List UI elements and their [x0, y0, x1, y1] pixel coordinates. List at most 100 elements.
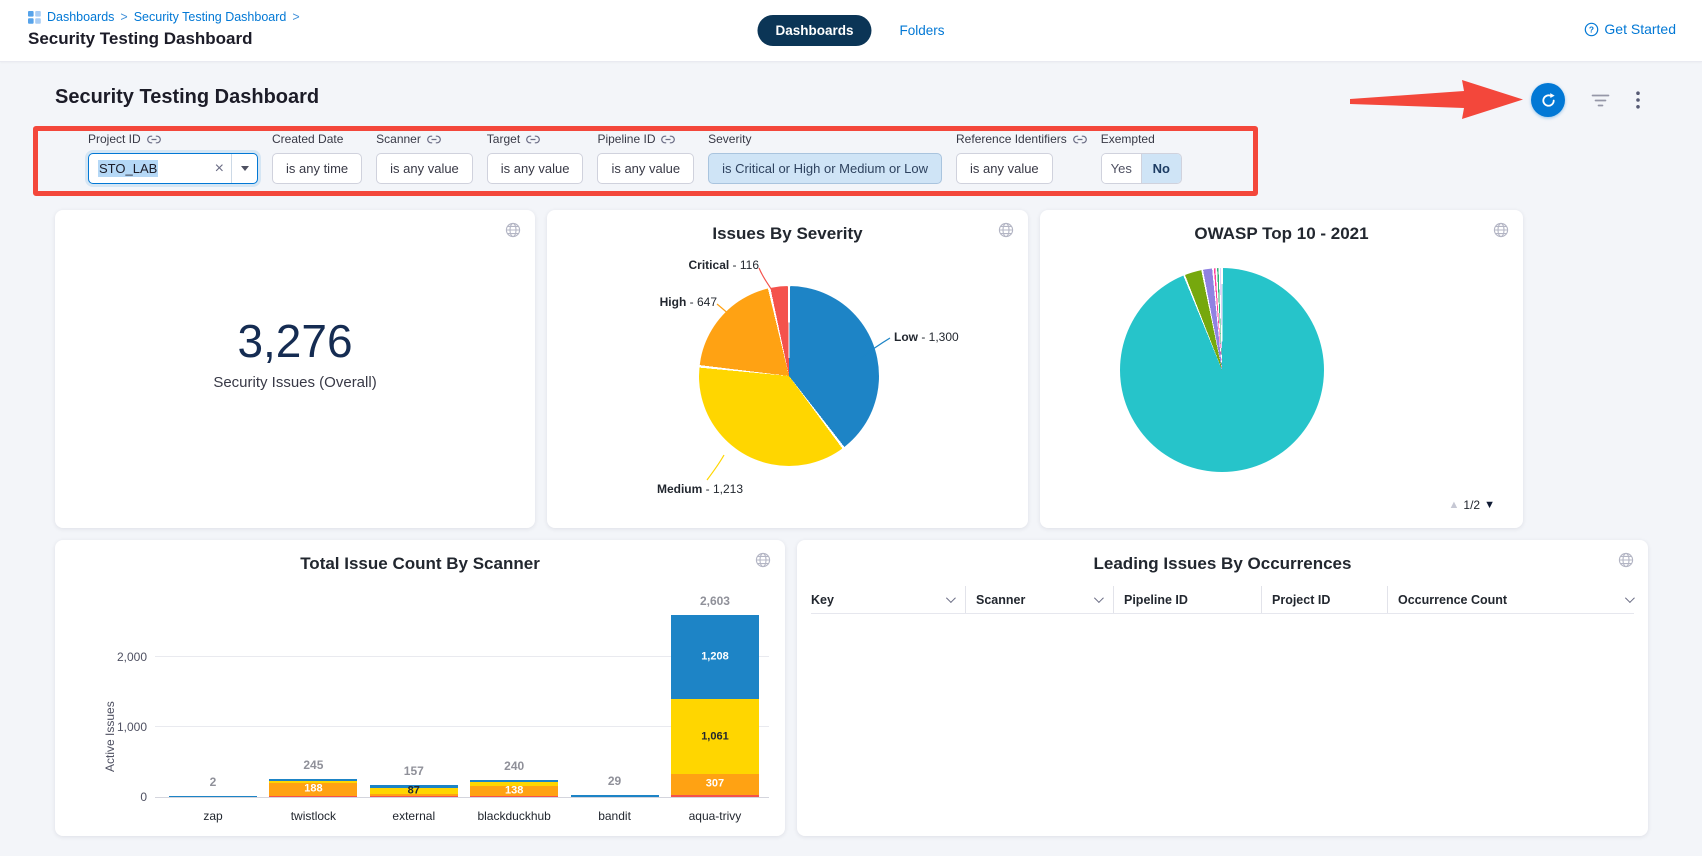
filter-reference-identifiers: Reference Identifiers is any value: [956, 132, 1087, 184]
page-title: Security Testing Dashboard: [28, 29, 253, 49]
bar-total-label: 29: [571, 774, 659, 788]
bar-segment-high[interactable]: 138: [470, 786, 558, 796]
y-tick-0: 0: [140, 790, 147, 804]
link-icon: [661, 135, 675, 144]
globe-icon[interactable]: [1493, 222, 1509, 243]
bar-series: 2zap 245188twistlock 15787external 240138bl…: [169, 596, 759, 797]
column-header-project-id[interactable]: Project ID: [1261, 586, 1387, 613]
bar-segment-value: 307: [671, 779, 759, 790]
clear-icon[interactable]: ×: [208, 161, 231, 177]
bar-segment-high[interactable]: 188: [269, 783, 357, 796]
page-up-icon[interactable]: ▲: [1449, 499, 1460, 511]
column-header-pipeline-id[interactable]: Pipeline ID: [1113, 586, 1261, 613]
pipeline-id-filter-button[interactable]: is any value: [597, 153, 694, 184]
bar-zap[interactable]: 2zap: [169, 796, 257, 797]
bar-chart-plot: 0 1,000 2,000 2zap245188twistlock15787ex…: [155, 596, 769, 798]
bar-segment-medium[interactable]: 1,061: [671, 699, 759, 773]
table-header-row: Key Scanner Pipeline ID Project ID Occur…: [811, 586, 1634, 614]
bar-category-label: bandit: [571, 809, 659, 823]
get-started-link[interactable]: ? Get Started: [1584, 21, 1676, 37]
dashboard-actions: [1531, 83, 1640, 117]
filter-pipeline-id-label: Pipeline ID: [597, 132, 655, 146]
breadcrumb-current[interactable]: Security Testing Dashboard: [134, 10, 287, 24]
filter-project-id-label: Project ID: [88, 132, 141, 146]
exempted-yes-option[interactable]: Yes: [1102, 154, 1141, 183]
scanner-filter-button[interactable]: is any value: [376, 153, 473, 184]
bar-segment-low[interactable]: [169, 796, 257, 797]
bar-segment-critical[interactable]: [671, 795, 759, 797]
chevron-down-icon[interactable]: [1094, 593, 1104, 603]
filter-button[interactable]: [1591, 93, 1610, 108]
globe-icon[interactable]: [1618, 552, 1634, 573]
refresh-button[interactable]: [1531, 83, 1565, 117]
combobox-dropdown[interactable]: [232, 166, 257, 171]
bar-segment-value: 1,208: [671, 652, 759, 663]
more-options-button[interactable]: [1636, 91, 1640, 109]
bar-total-label: 157: [370, 764, 458, 778]
globe-icon[interactable]: [755, 552, 771, 573]
target-filter-button[interactable]: is any value: [487, 153, 584, 184]
page-down-icon[interactable]: ▼: [1484, 499, 1495, 511]
link-icon: [1073, 135, 1087, 144]
chevron-down-icon: [241, 166, 249, 171]
project-id-value[interactable]: STO_LAB: [98, 160, 158, 177]
bar-total-label: 2: [169, 775, 257, 789]
tab-folders[interactable]: Folders: [900, 23, 945, 38]
link-icon: [427, 135, 441, 144]
bar-bandit[interactable]: 29bandit: [571, 795, 659, 797]
dashboard-title: Security Testing Dashboard: [55, 86, 319, 109]
tab-dashboards[interactable]: Dashboards: [757, 15, 871, 46]
filter-bar: Project ID STO_LAB × Created Date is any…: [88, 132, 1182, 184]
globe-icon[interactable]: [505, 222, 521, 243]
chevron-down-icon[interactable]: [1625, 593, 1635, 603]
breadcrumb-dashboards[interactable]: Dashboards: [47, 10, 114, 24]
card-leading-issues-by-occurrences: Leading Issues By Occurrences Key Scanne…: [797, 540, 1648, 836]
column-header-occurrence-count[interactable]: Occurrence Count: [1387, 586, 1634, 613]
bar-segment-low[interactable]: [571, 795, 659, 797]
filter-created-date-label: Created Date: [272, 132, 343, 146]
card-total-issue-count-by-scanner: Total Issue Count By Scanner Active Issu…: [55, 540, 785, 836]
bar-blackduckhub[interactable]: 240138blackduckhub: [470, 780, 558, 797]
top-bar: Dashboards > Security Testing Dashboard …: [0, 0, 1702, 62]
bar-total-label: 245: [269, 758, 357, 772]
created-date-filter-button[interactable]: is any time: [272, 153, 362, 184]
bar-segment-low[interactable]: 1,208: [671, 615, 759, 700]
owasp-pagination: ▲ 1/2 ▼: [1449, 498, 1495, 512]
column-header-scanner[interactable]: Scanner: [965, 586, 1113, 613]
link-icon: [147, 135, 161, 144]
owasp-pie-chart[interactable]: [1120, 268, 1324, 472]
project-id-combobox[interactable]: STO_LAB ×: [88, 153, 258, 184]
bar-category-label: aqua-trivy: [671, 809, 759, 823]
chevron-down-icon[interactable]: [946, 593, 956, 603]
callout-critical: Critical - 116: [607, 258, 759, 272]
filter-exempted: Exempted Yes No: [1101, 132, 1182, 184]
bar-segment-high[interactable]: 307: [671, 774, 759, 795]
bar-twistlock[interactable]: 245188twistlock: [269, 779, 357, 797]
exempted-no-option[interactable]: No: [1141, 154, 1181, 183]
y-tick-1000: 1,000: [117, 720, 147, 734]
overall-count-label: Security Issues (Overall): [55, 374, 535, 391]
severity-filter-button[interactable]: is Critical or High or Medium or Low: [708, 153, 942, 184]
question-circle-icon: ?: [1584, 22, 1599, 37]
kebab-icon: [1636, 91, 1640, 109]
globe-icon[interactable]: [998, 222, 1014, 243]
bar-segment-critical[interactable]: [470, 796, 558, 797]
card-issues-by-severity: Issues By Severity Critical - 116 High -…: [547, 210, 1028, 528]
reference-identifiers-filter-button[interactable]: is any value: [956, 153, 1053, 184]
bar-external[interactable]: 15787external: [370, 785, 458, 797]
card-owasp-top-10: OWASP Top 10 - 2021 ▲ 1/2 ▼: [1040, 210, 1523, 528]
breadcrumb: Dashboards > Security Testing Dashboard …: [28, 10, 300, 24]
bar-category-label: twistlock: [269, 809, 357, 823]
bar-segment-critical[interactable]: [370, 796, 458, 797]
callout-low: Low - 1,300: [894, 330, 1024, 344]
refresh-icon: [1540, 92, 1557, 109]
security-testing-dashboard-page: Dashboards > Security Testing Dashboard …: [0, 0, 1702, 856]
column-header-key[interactable]: Key: [811, 586, 965, 613]
bar-aqua-trivy[interactable]: 2,6031,2081,061307aqua-trivy: [671, 615, 759, 797]
severity-pie-chart[interactable]: [699, 286, 879, 466]
filter-scanner: Scanner is any value: [376, 132, 473, 184]
owasp-chart-title: OWASP Top 10 - 2021: [1040, 224, 1523, 244]
filter-scanner-label: Scanner: [376, 132, 421, 146]
filter-target-label: Target: [487, 132, 520, 146]
bar-segment-critical[interactable]: [269, 796, 357, 797]
